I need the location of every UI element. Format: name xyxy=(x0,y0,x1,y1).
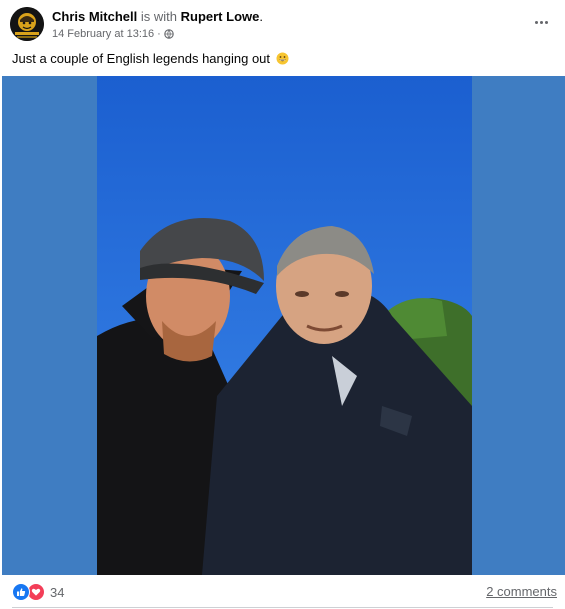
selfie-photo xyxy=(2,76,565,575)
post-meta: 14 February at 13:16 · xyxy=(52,27,174,41)
author-line: Chris Mitchell is with Rupert Lowe. xyxy=(52,8,263,25)
more-options-dot xyxy=(539,20,543,24)
meta-separator: · xyxy=(157,28,161,40)
author-avatar[interactable] xyxy=(10,7,44,41)
more-options-button[interactable] xyxy=(529,12,553,32)
post-timestamp-link[interactable]: 14 February at 13:16 xyxy=(52,27,154,41)
tagged-suffix: . xyxy=(259,9,263,24)
like-icon xyxy=(12,583,30,601)
comments-count-link[interactable]: 2 comments xyxy=(486,584,557,599)
more-options-dot xyxy=(544,20,548,24)
with-text: is with xyxy=(140,9,177,24)
post-footer: 34 2 comments xyxy=(0,576,565,609)
author-name-link[interactable]: Chris Mitchell xyxy=(52,9,137,24)
avatar-logo-icon xyxy=(10,7,44,41)
caption-text: Just a couple of English legends hanging… xyxy=(12,51,271,66)
post-caption: Just a couple of English legends hanging… xyxy=(12,50,289,67)
post-photo[interactable] xyxy=(2,76,565,575)
grinning-face-emoji-icon xyxy=(276,52,289,65)
reaction-count[interactable]: 34 xyxy=(50,585,64,600)
tagged-person-link[interactable]: Rupert Lowe xyxy=(181,9,260,24)
post-header: Chris Mitchell is with Rupert Lowe. 14 F… xyxy=(0,0,565,48)
globe-icon[interactable] xyxy=(164,29,174,39)
footer-divider xyxy=(12,607,553,608)
more-options-icon xyxy=(534,20,538,24)
reactions-summary[interactable]: 34 xyxy=(12,583,64,601)
